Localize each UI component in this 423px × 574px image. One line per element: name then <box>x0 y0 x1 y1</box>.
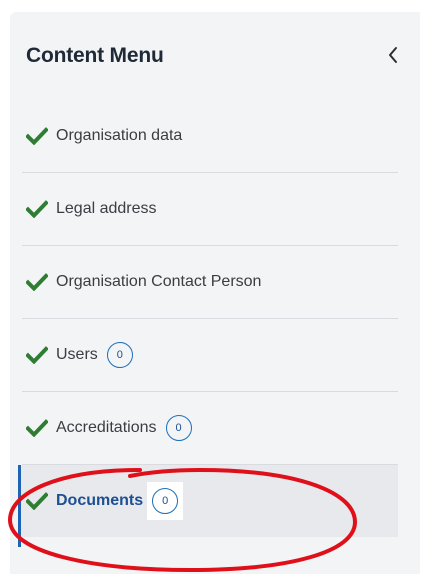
menu-item-legal-address[interactable]: Legal address <box>22 173 398 246</box>
check-icon <box>26 200 48 218</box>
check-icon <box>26 492 48 510</box>
menu-item-documents[interactable]: Documents 0 <box>18 465 398 547</box>
menu-item-accreditations[interactable]: Accreditations 0 <box>22 392 398 465</box>
menu-item-users[interactable]: Users 0 <box>22 319 398 392</box>
menu-item-label: Accreditations <box>56 419 157 436</box>
menu-item-label: Organisation Contact Person <box>56 273 262 290</box>
content-menu-list: Organisation data Legal address Organisa… <box>18 100 398 547</box>
menu-item-organisation-data[interactable]: Organisation data <box>22 100 398 173</box>
content-menu-header: Content Menu <box>10 12 420 98</box>
menu-item-label: Users <box>56 346 98 363</box>
check-icon <box>26 419 48 437</box>
menu-item-organisation-contact-person[interactable]: Organisation Contact Person <box>22 246 398 319</box>
count-badge: 0 <box>165 415 192 441</box>
menu-item-label: Documents <box>56 492 144 509</box>
count-badge-wrapper: 0 <box>147 482 184 520</box>
count-badge: 0 <box>106 342 133 368</box>
menu-item-label: Legal address <box>56 200 157 217</box>
collapse-menu-button[interactable] <box>380 42 406 68</box>
check-icon <box>26 273 48 291</box>
count-badge: 0 <box>152 488 179 514</box>
page-title: Content Menu <box>26 44 164 67</box>
check-icon <box>26 127 48 145</box>
menu-item-label: Organisation data <box>56 127 183 144</box>
check-icon <box>26 346 48 364</box>
chevron-left-icon <box>389 47 397 63</box>
